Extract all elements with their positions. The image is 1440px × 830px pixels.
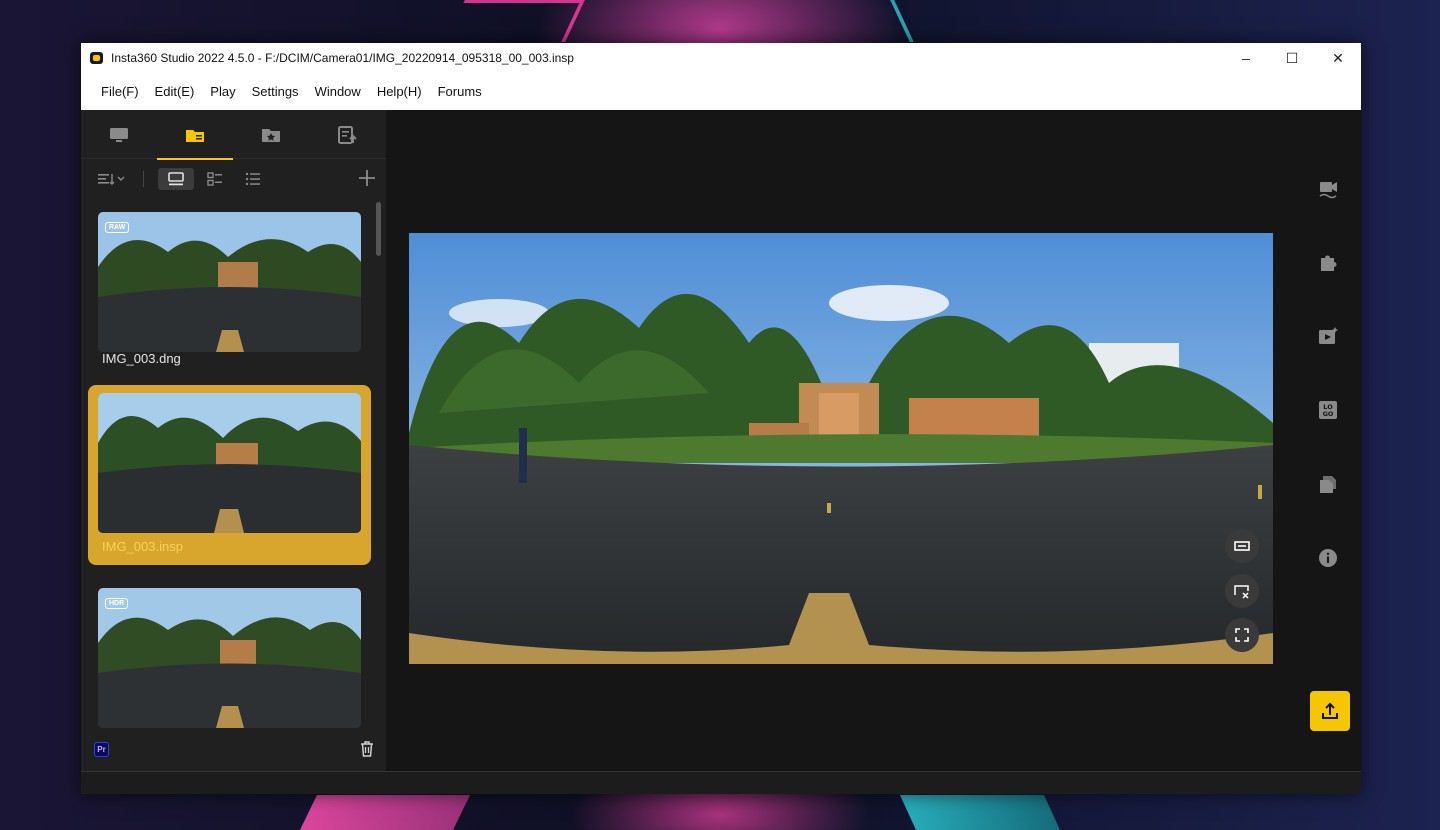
menu-help[interactable]: Help(H) (369, 84, 430, 99)
menu-settings[interactable]: Settings (244, 84, 307, 99)
window-title: Insta360 Studio 2022 4.5.0 - F:/DCIM/Cam… (111, 51, 574, 65)
video-effects-icon (1319, 327, 1338, 344)
file-thumbnail: HDR (98, 588, 361, 728)
info-button[interactable] (1316, 546, 1340, 570)
file-card-dng[interactable]: RAW IMG_003.dng (88, 202, 371, 372)
file-thumbnail: RAW (98, 212, 361, 352)
delete-button[interactable] (358, 740, 376, 763)
favorites-folder-icon (262, 128, 280, 142)
panorama-thumbnail-image (98, 212, 361, 352)
file-name: IMG_003.insp (102, 539, 183, 554)
file-name: IMG_003.dng (102, 351, 181, 366)
wallpaper-neon-bottom-right (900, 795, 1060, 830)
sidebar-bottom-bar: Pr (81, 731, 386, 771)
logo-icon: LOGO (1319, 401, 1337, 419)
app-logo-icon (90, 52, 103, 64)
logo-button[interactable]: LO GO (1316, 398, 1340, 422)
list-icon (245, 172, 260, 186)
small-thumbnail-view-button[interactable] (202, 168, 228, 190)
sort-icon (98, 174, 125, 185)
wallpaper-neon-bottom-left (300, 795, 470, 830)
tab-device[interactable] (81, 110, 157, 159)
fullscreen-icon (1235, 628, 1249, 642)
wallpaper-neon-left (445, 0, 585, 42)
maximize-button[interactable]: ☐ (1269, 43, 1315, 73)
file-browser-sidebar: RAW IMG_003.dng IMG_003.insp HDR Pr (81, 110, 386, 771)
large-thumbnail-icon (168, 172, 184, 186)
files-icon (1320, 476, 1336, 493)
title-bar: Insta360 Studio 2022 4.5.0 - F:/DCIM/Cam… (81, 43, 1361, 73)
add-file-button[interactable] (356, 167, 378, 189)
file-thumbnail (98, 393, 361, 533)
tab-local-files[interactable] (157, 110, 233, 160)
video-edit-button[interactable] (1316, 176, 1340, 200)
menu-bar: File(F) Edit(E) Play Settings Window Hel… (81, 73, 1361, 110)
app-window: Insta360 Studio 2022 4.5.0 - F:/DCIM/Cam… (81, 43, 1361, 794)
menu-forums[interactable]: Forums (430, 84, 490, 99)
wallpaper-neon-right (890, 0, 1030, 42)
file-list-scrollbar[interactable] (376, 202, 381, 256)
menu-edit[interactable]: Edit(E) (147, 84, 203, 99)
video-edit-icon (1319, 182, 1337, 199)
file-list: RAW IMG_003.dng IMG_003.insp HDR (81, 202, 386, 733)
panorama-image (409, 233, 1273, 664)
tab-favorites[interactable] (233, 110, 309, 159)
video-effects-button[interactable] (1316, 324, 1340, 348)
menu-play[interactable]: Play (202, 84, 243, 99)
plugin-button[interactable] (1316, 250, 1340, 274)
fullscreen-button[interactable] (1225, 618, 1259, 652)
list-view-button[interactable] (236, 168, 270, 190)
fit-width-icon (1234, 541, 1250, 551)
fit-width-button[interactable] (1225, 529, 1259, 563)
raw-badge: RAW (105, 222, 130, 233)
export-button[interactable] (1310, 691, 1350, 731)
premiere-plugin-button[interactable]: Pr (94, 742, 109, 757)
sort-button[interactable] (97, 168, 127, 190)
trash-icon (361, 741, 373, 757)
export-list-icon (338, 125, 357, 144)
sidebar-toolbar (81, 159, 386, 199)
tab-export-list[interactable] (309, 110, 385, 159)
plugin-icon (1321, 255, 1337, 271)
status-bar (81, 771, 1361, 794)
monitor-icon (110, 127, 128, 142)
panorama-thumbnail-image (98, 393, 361, 533)
file-card-insp-selected[interactable]: IMG_003.insp (88, 385, 371, 565)
panorama-thumbnail-image (98, 588, 361, 728)
plus-icon (359, 170, 375, 186)
menu-file[interactable]: File(F) (93, 84, 147, 99)
toolbar-divider (143, 171, 144, 187)
panorama-preview[interactable] (409, 233, 1273, 664)
folder-icon (186, 129, 204, 142)
crop-close-button[interactable] (1225, 574, 1259, 608)
menu-window[interactable]: Window (307, 84, 369, 99)
upload-icon (1322, 702, 1338, 719)
info-icon (1319, 549, 1337, 567)
small-thumbnail-icon (207, 172, 222, 186)
crop-close-icon (1234, 585, 1249, 599)
file-card-hdr[interactable]: HDR (88, 578, 371, 733)
sidebar-tabs (81, 110, 386, 160)
minimize-button[interactable]: – (1223, 43, 1269, 73)
close-button[interactable]: ✕ (1315, 43, 1361, 73)
svg-text:GO: GO (1323, 410, 1334, 418)
hdr-badge: HDR (105, 598, 129, 609)
preview-area: LO GO (386, 110, 1361, 771)
files-button[interactable] (1316, 472, 1340, 496)
large-thumbnail-view-button[interactable] (158, 168, 194, 190)
